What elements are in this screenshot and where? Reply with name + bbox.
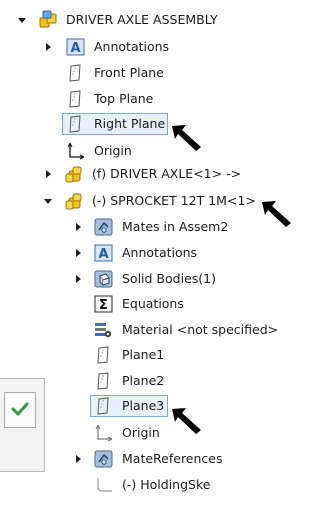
plane-icon (94, 372, 114, 390)
expand-arrow-icon[interactable] (73, 242, 85, 264)
material-icon (94, 321, 114, 339)
expand-arrow-icon[interactable] (73, 448, 85, 470)
tree-item-label: Top Plane (94, 91, 154, 106)
tree-item-label: (f) DRIVER AXLE<1> -> (92, 166, 242, 181)
expand-arrow-icon[interactable] (43, 163, 55, 185)
check-icon (11, 401, 29, 417)
part-icon (64, 192, 84, 210)
plane-icon (66, 64, 86, 82)
sketch-icon (94, 476, 114, 494)
solid-bodies-icon (94, 270, 114, 288)
svg-text:A: A (98, 247, 108, 262)
ok-button[interactable] (4, 392, 36, 428)
plane-icon (94, 346, 114, 364)
pointer-arrow-icon (170, 122, 204, 152)
tree-item-label: Mates in Assem2 (122, 219, 229, 234)
mates-icon (94, 218, 114, 236)
tree-item-label: Origin (94, 143, 132, 158)
plane-icon (66, 90, 86, 108)
mate-references-icon (94, 450, 114, 468)
tree-item-label: Front Plane (94, 65, 164, 80)
expand-arrow-icon[interactable] (43, 36, 55, 58)
plane-icon (66, 115, 86, 133)
tree-item-label: Plane2 (122, 373, 165, 388)
origin-icon (94, 424, 114, 442)
plane-icon (94, 397, 114, 415)
tree-item-label: (-) HoldingSke (122, 477, 211, 492)
tree-item-label: Material <not specified> (122, 322, 279, 337)
expand-arrow-icon[interactable] (17, 9, 29, 31)
pointer-arrow-icon (170, 405, 204, 435)
tree-item-label: (-) SPROCKET 12T 1M<1> (92, 193, 256, 208)
tree-item-label: Annotations (122, 245, 198, 260)
tree-item-label: Equations (122, 296, 184, 311)
tree-item-label: Right Plane (94, 116, 166, 131)
tree-item-label: Origin (122, 425, 160, 440)
tree-item-label: Solid Bodies(1) (122, 271, 216, 286)
svg-text:Σ: Σ (99, 298, 108, 313)
pointer-arrow-icon (260, 198, 294, 228)
equations-icon: Σ (94, 295, 114, 313)
origin-icon (66, 142, 86, 160)
assembly-icon (36, 10, 57, 28)
expand-arrow-icon[interactable] (43, 190, 55, 212)
tree-item-label: DRIVER AXLE ASSEMBLY (66, 12, 218, 27)
tree-item-label: Plane3 (122, 398, 165, 413)
tree-item-label: Annotations (94, 39, 170, 54)
part-icon (64, 165, 84, 183)
expand-arrow-icon[interactable] (73, 216, 85, 238)
annotations-icon: A (94, 244, 114, 262)
tree-item-label: Plane1 (122, 347, 165, 362)
svg-text:A: A (70, 41, 80, 56)
tree-item-label: MateReferences (122, 451, 223, 466)
annotations-icon: A (66, 38, 86, 56)
expand-arrow-icon[interactable] (73, 268, 85, 290)
